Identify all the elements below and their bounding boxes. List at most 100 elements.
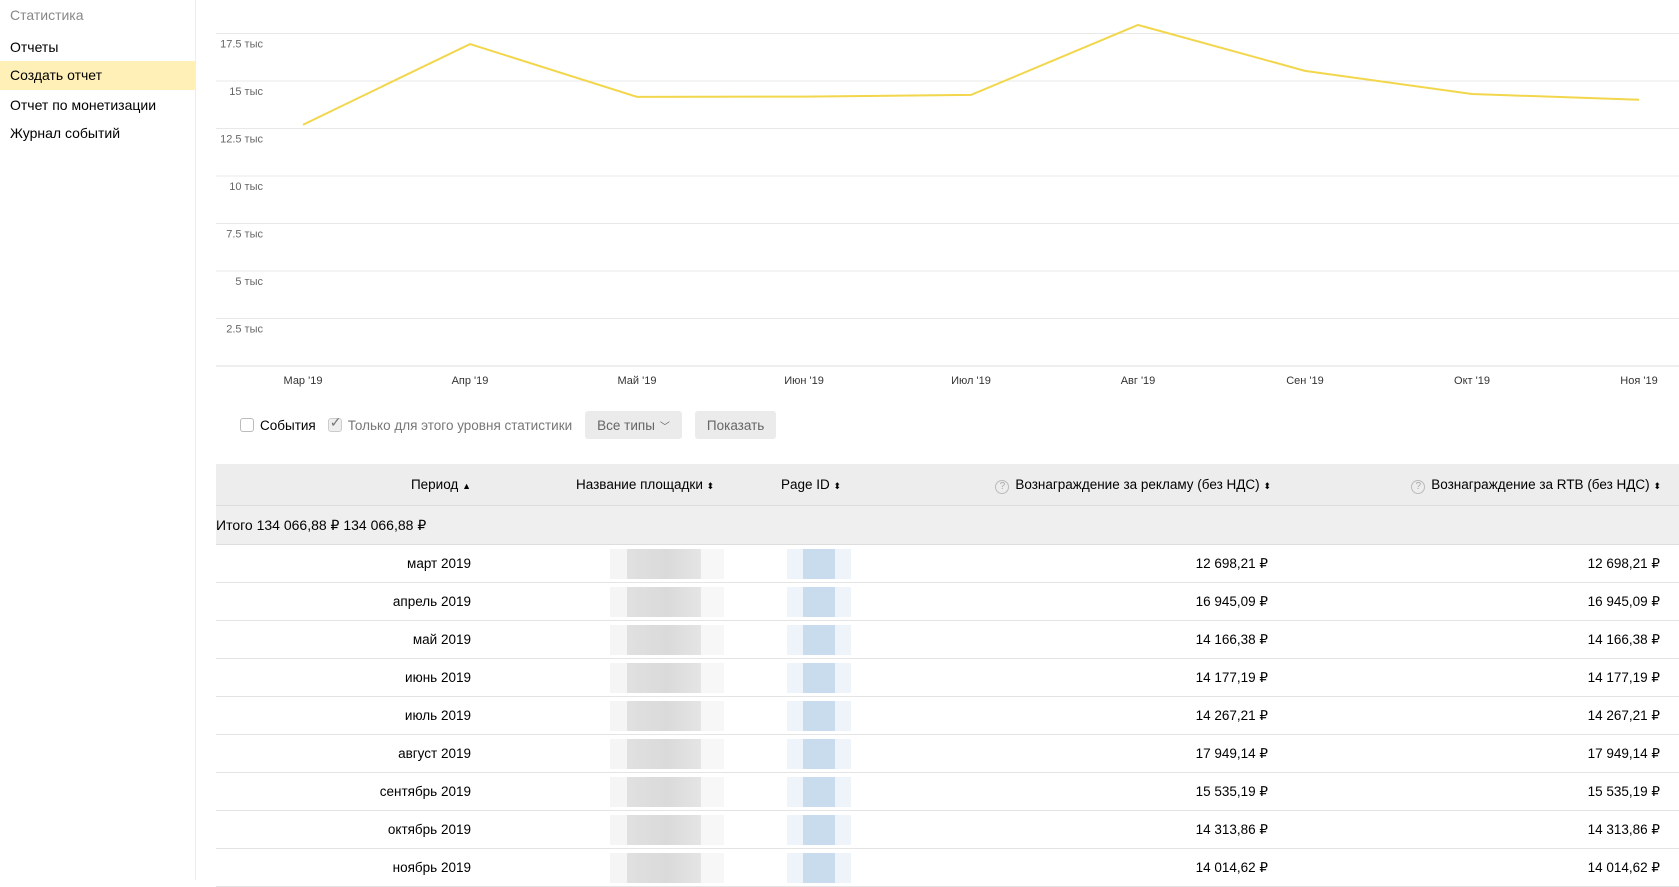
x-tick-label: Сен '19 [1286, 375, 1324, 387]
rtb-cell: 15 535,19 ₽ [1587, 784, 1660, 799]
sort-icon: ⬍ [833, 481, 842, 491]
rtb-cell: 12 698,21 ₽ [1587, 556, 1660, 571]
reward-cell: 14 177,19 ₽ [1195, 670, 1268, 685]
period-cell: июль 2019 [404, 708, 471, 723]
sort-icon: ⬍ [1653, 481, 1661, 491]
x-tick-label: Май '19 [618, 375, 657, 387]
check-icon: ✓ [329, 414, 342, 430]
x-tick-label: Ноя '19 [1620, 375, 1657, 387]
header-site[interactable]: Название площадки ⬍ [576, 464, 714, 507]
site-name-redacted [610, 587, 724, 617]
header-page-id[interactable]: Page ID ⬍ [781, 464, 841, 507]
table-row: март 2019 12 698,21 ₽ 12 698,21 ₽ [216, 545, 1679, 583]
reward-cell: 16 945,09 ₽ [1195, 594, 1268, 609]
sort-asc-icon: ▲ [462, 481, 471, 491]
page-id-redacted [787, 777, 851, 807]
reward-cell: 17 949,14 ₽ [1195, 746, 1268, 761]
chart-controls: События ✓ Только для этого уровня статис… [240, 411, 777, 439]
level-checkbox[interactable]: ✓ [327, 414, 342, 432]
period-cell: март 2019 [407, 556, 471, 571]
total-rtb: 134 066,88 ₽ [343, 517, 427, 533]
x-tick-label: Июн '19 [784, 375, 824, 387]
site-name-redacted [610, 625, 724, 655]
reward-cell: 12 698,21 ₽ [1195, 556, 1268, 571]
help-icon[interactable]: ? [995, 480, 1010, 494]
table-row: июль 2019 14 267,21 ₽ 14 267,21 ₽ [216, 697, 1679, 735]
total-label: Итого [216, 517, 253, 533]
reward-cell: 14 166,38 ₽ [1195, 632, 1268, 647]
site-name-redacted [610, 701, 724, 731]
types-dropdown-label: Все типы [597, 417, 655, 433]
table-row: май 2019 14 166,38 ₽ 14 166,38 ₽ [216, 621, 1679, 659]
page-id-redacted [787, 587, 851, 617]
rtb-cell: 14 313,86 ₽ [1587, 822, 1660, 837]
events-label: События [260, 417, 316, 433]
reward-cell: 14 313,86 ₽ [1195, 822, 1268, 837]
period-cell: май 2019 [412, 632, 471, 647]
page-id-redacted [787, 625, 851, 655]
help-icon[interactable]: ? [1411, 480, 1426, 494]
header-period-label: Период [410, 477, 459, 492]
total-row: Итого 134 066,88 ₽ 134 066,88 ₽ [216, 506, 1679, 545]
events-checkbox[interactable] [240, 418, 254, 432]
x-tick-label: Окт '19 [1454, 375, 1490, 387]
level-label: Только для этого уровня статистики [347, 417, 573, 433]
header-reward-label: Вознаграждение за рекламу (без НДС) [1015, 477, 1260, 492]
page-id-redacted [787, 739, 851, 769]
period-cell: октябрь 2019 [387, 822, 471, 837]
revenue-line-chart: 2.5 тыс 5 тыс 7.5 тыс 10 тыс 12.5 тыс 15 тыс 1… [216, 0, 1679, 387]
y-tick-label: 5 тыс [235, 276, 263, 288]
page-id-redacted [787, 663, 851, 693]
y-tick-label: 12.5 тыс [220, 134, 263, 146]
page-id-redacted [787, 815, 851, 845]
reward-cell: 15 535,19 ₽ [1195, 784, 1268, 799]
stats-table: Период ▲ Название площадки ⬍ Page ID ⬍ ?… [216, 464, 1679, 887]
period-cell: ноябрь 2019 [392, 860, 471, 875]
page-id-redacted [787, 853, 851, 883]
y-tick-label: 17.5 тыс [220, 39, 263, 51]
revenue-series-line [302, 23, 1640, 126]
show-button[interactable]: Показать [694, 411, 777, 439]
x-tick-label: Авг '19 [1121, 375, 1156, 387]
header-rtb-label: Вознаграждение за RTB (без НДС) [1431, 477, 1650, 492]
period-cell: сентябрь 2019 [379, 784, 471, 799]
table-header: Период ▲ Название площадки ⬍ Page ID ⬍ ?… [216, 464, 1679, 506]
period-cell: июнь 2019 [405, 670, 471, 685]
x-tick-label: Мар '19 [284, 375, 323, 387]
table-row: апрель 2019 16 945,09 ₽ 16 945,09 ₽ [216, 583, 1679, 621]
sort-icon: ⬍ [706, 481, 715, 491]
header-period[interactable]: Период ▲ [411, 464, 471, 507]
header-reward[interactable]: ? Вознаграждение за рекламу (без НДС) ⬍ [995, 464, 1271, 507]
table-row: сентябрь 2019 15 535,19 ₽ 15 535,19 ₽ [216, 773, 1679, 811]
y-tick-label: 20 тыс [229, 0, 263, 3]
rtb-cell: 17 949,14 ₽ [1587, 746, 1660, 761]
reward-cell: 14 014,62 ₽ [1195, 860, 1268, 875]
page-id-redacted [787, 549, 851, 579]
header-site-label: Название площадки [576, 477, 703, 492]
site-name-redacted [610, 739, 724, 769]
chevron-down-icon: ﹀ [659, 421, 670, 433]
sort-icon: ⬍ [1263, 481, 1271, 491]
rtb-cell: 14 166,38 ₽ [1587, 632, 1660, 647]
rtb-cell: 14 177,19 ₽ [1587, 670, 1660, 685]
types-dropdown[interactable]: Все типы ﹀ [585, 411, 682, 439]
table-row: июнь 2019 14 177,19 ₽ 14 177,19 ₽ [216, 659, 1679, 697]
y-tick-label: 2.5 тыс [226, 324, 263, 336]
header-rtb[interactable]: ? Вознаграждение за RTB (без НДС) ⬍ [1411, 464, 1661, 507]
y-tick-label: 15 тыс [229, 86, 263, 98]
table-row: август 2019 17 949,14 ₽ 17 949,14 ₽ [216, 735, 1679, 773]
x-tick-label: Июл '19 [951, 375, 991, 387]
total-reward: 134 066,88 ₽ [256, 517, 340, 533]
site-name-redacted [610, 853, 724, 883]
rtb-cell: 14 267,21 ₽ [1587, 708, 1660, 723]
site-name-redacted [610, 815, 724, 845]
reward-cell: 14 267,21 ₽ [1195, 708, 1268, 723]
site-name-redacted [610, 777, 724, 807]
page-id-redacted [787, 701, 851, 731]
table-row: октябрь 2019 14 313,86 ₽ 14 313,86 ₽ [216, 811, 1679, 849]
site-name-redacted [610, 549, 724, 579]
header-page-id-label: Page ID [781, 477, 830, 492]
rtb-cell: 16 945,09 ₽ [1587, 594, 1660, 609]
table-row: ноябрь 2019 14 014,62 ₽ 14 014,62 ₽ [216, 849, 1679, 887]
x-tick-label: Апр '19 [452, 375, 489, 387]
